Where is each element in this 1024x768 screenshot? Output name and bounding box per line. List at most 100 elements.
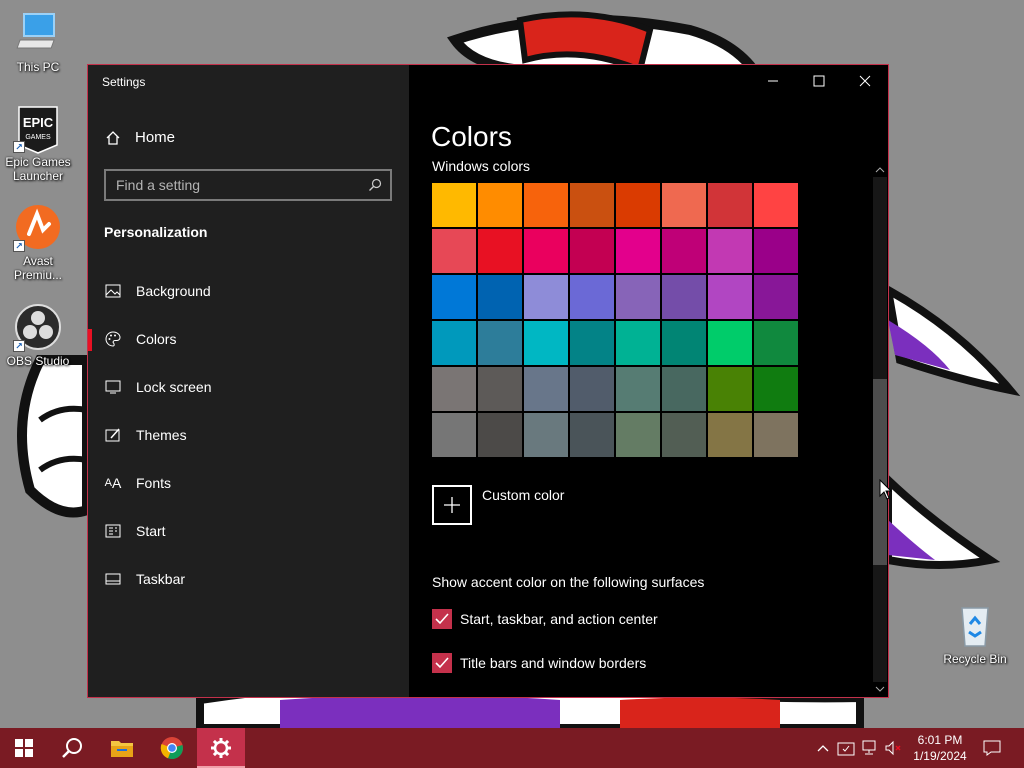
color-swatch[interactable] [524, 413, 568, 457]
nav-item-colors[interactable]: Colors [88, 319, 409, 359]
color-swatch[interactable] [616, 321, 660, 365]
color-swatch[interactable] [662, 321, 706, 365]
color-swatch[interactable] [524, 321, 568, 365]
minimize-button[interactable] [750, 65, 796, 97]
search-box[interactable] [104, 169, 392, 201]
clock-date: 1/19/2024 [913, 749, 967, 763]
color-swatch[interactable] [662, 275, 706, 319]
color-swatch[interactable] [708, 229, 752, 273]
custom-color-button[interactable]: Custom color [432, 485, 564, 525]
taskbar: 6:01 PM 1/19/2024 [0, 728, 1024, 768]
color-swatch[interactable] [524, 229, 568, 273]
color-swatch[interactable] [570, 275, 614, 319]
color-swatch[interactable] [708, 275, 752, 319]
security-icon[interactable] [837, 738, 855, 758]
color-swatch[interactable] [616, 413, 660, 457]
vertical-scrollbar[interactable] [873, 161, 887, 697]
color-swatch[interactable] [570, 321, 614, 365]
chrome-button[interactable] [148, 728, 196, 768]
color-swatch[interactable] [754, 183, 798, 227]
checkbox-checked[interactable] [432, 653, 452, 673]
nav-item-start[interactable]: Start [88, 511, 409, 551]
color-swatch[interactable] [662, 413, 706, 457]
plus-icon [432, 485, 472, 525]
color-swatch[interactable] [432, 413, 476, 457]
nav-item-background[interactable]: Background [88, 271, 409, 311]
desktop-icon-recycle-bin[interactable]: Recycle Bin [937, 602, 1013, 666]
color-swatch[interactable] [432, 229, 476, 273]
color-swatch[interactable] [616, 183, 660, 227]
maximize-button[interactable] [796, 65, 842, 97]
color-swatch[interactable] [616, 229, 660, 273]
scroll-thumb[interactable] [873, 379, 887, 565]
volume-muted-icon[interactable] [884, 738, 902, 758]
gear-icon [211, 738, 231, 758]
color-swatch[interactable] [662, 367, 706, 411]
color-swatch[interactable] [478, 367, 522, 411]
color-swatch[interactable] [570, 413, 614, 457]
checkbox-title-bars[interactable]: Title bars and window borders [432, 653, 646, 673]
color-swatch[interactable] [478, 321, 522, 365]
desktop-icon-label: Recycle Bin [943, 652, 1007, 666]
color-swatch[interactable] [570, 183, 614, 227]
nav-item-label: Fonts [136, 475, 172, 491]
notification-icon[interactable] [982, 738, 1002, 758]
nav-item-lock-screen[interactable]: Lock screen [88, 367, 409, 407]
color-swatch[interactable] [478, 183, 522, 227]
color-swatch[interactable] [708, 413, 752, 457]
close-button[interactable] [842, 65, 888, 97]
desktop-icon-epic-games[interactable]: EPIC GAMES ↗ Epic Games Launcher [0, 105, 76, 183]
color-swatch[interactable] [754, 367, 798, 411]
checkbox-checked[interactable] [432, 609, 452, 629]
color-swatch[interactable] [754, 413, 798, 457]
color-swatch[interactable] [524, 183, 568, 227]
home-nav-item[interactable]: Home [105, 129, 175, 146]
checkbox-label: Title bars and window borders [460, 655, 647, 671]
color-swatch[interactable] [616, 275, 660, 319]
scroll-up-icon[interactable] [873, 163, 887, 177]
desktop-icon-label: This PC [16, 60, 60, 74]
color-swatch[interactable] [754, 321, 798, 365]
color-swatch[interactable] [754, 275, 798, 319]
color-swatch[interactable] [478, 275, 522, 319]
color-swatch[interactable] [432, 183, 476, 227]
color-swatch[interactable] [478, 229, 522, 273]
color-swatch[interactable] [432, 367, 476, 411]
desktop-icon-this-pc[interactable]: This PC [0, 10, 76, 74]
desktop-icon-obs[interactable]: ↗ OBS Studio [0, 304, 76, 368]
start-button[interactable] [0, 728, 48, 768]
color-swatch[interactable] [708, 321, 752, 365]
nav-item-themes[interactable]: Themes [88, 415, 409, 455]
color-swatch[interactable] [570, 229, 614, 273]
color-swatch[interactable] [524, 275, 568, 319]
color-swatch[interactable] [662, 229, 706, 273]
chevron-up-icon[interactable] [814, 738, 832, 758]
color-swatch[interactable] [524, 367, 568, 411]
search-button[interactable] [48, 728, 96, 768]
color-swatch[interactable] [478, 413, 522, 457]
settings-button[interactable] [197, 728, 245, 768]
color-swatch[interactable] [708, 183, 752, 227]
network-icon[interactable] [861, 738, 879, 758]
clock-time: 6:01 PM [917, 733, 963, 747]
checkmark-icon [435, 657, 449, 669]
nav-item-taskbar[interactable]: Taskbar [88, 559, 409, 599]
checkbox-start-taskbar[interactable]: Start, taskbar, and action center [432, 609, 658, 629]
mouse-cursor-icon [879, 479, 893, 500]
color-swatch[interactable] [662, 183, 706, 227]
color-swatch[interactable] [708, 367, 752, 411]
color-swatch[interactable] [432, 275, 476, 319]
desktop-icon-avast[interactable]: ↗ Avast Premiu... [0, 204, 76, 282]
color-swatch[interactable] [754, 229, 798, 273]
system-clock[interactable]: 6:01 PM 1/19/2024 [906, 732, 974, 764]
file-explorer-button[interactable] [98, 728, 146, 768]
color-swatch[interactable] [432, 321, 476, 365]
nav-item-fonts[interactable]: AA Fonts [88, 463, 409, 503]
close-icon [859, 75, 871, 87]
scroll-down-icon[interactable] [873, 682, 887, 696]
lock-screen-icon [104, 378, 122, 396]
nav-item-label: Themes [136, 427, 187, 443]
color-swatch[interactable] [616, 367, 660, 411]
color-swatch[interactable] [570, 367, 614, 411]
search-input[interactable] [116, 177, 368, 193]
